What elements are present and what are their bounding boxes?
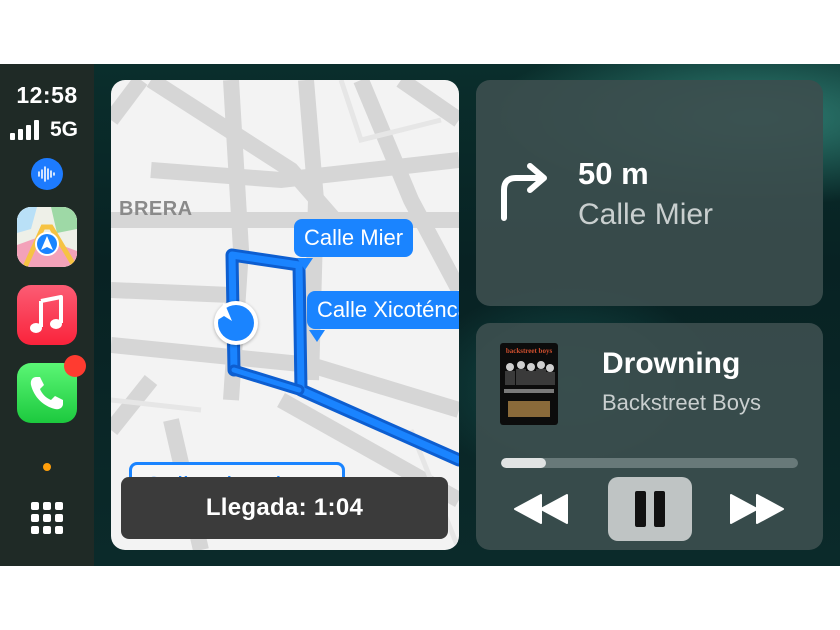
fast-forward-icon — [730, 494, 784, 524]
map-view[interactable]: BRERA Calle Mier Calle Xicoténcatl Calle… — [111, 80, 459, 550]
turn-street: Calle Mier — [578, 198, 714, 231]
recent-app-indicator — [43, 463, 51, 471]
navigation-card[interactable]: 50 m Calle Mier — [476, 80, 823, 306]
turn-distance: 50 m — [578, 156, 649, 191]
street-bubble-xicotencatl: Calle Xicoténcatl — [307, 291, 459, 329]
rewind-button[interactable] — [506, 477, 576, 541]
phone-notification-badge — [64, 355, 86, 377]
network-type: 5G — [50, 118, 79, 141]
signal-bars-icon — [10, 120, 46, 140]
rewind-icon — [514, 494, 568, 524]
playback-progress[interactable] — [501, 458, 798, 468]
bubble-tail — [297, 258, 313, 270]
status-time: 12:58 — [16, 82, 78, 108]
album-art: backstreet boys — [500, 343, 558, 425]
progress-fill — [501, 458, 546, 468]
status-signal: 5G — [10, 116, 84, 142]
song-title: Drowning — [602, 347, 741, 380]
pause-icon — [635, 491, 665, 527]
bubble-tail — [309, 330, 325, 342]
current-location-icon — [214, 301, 258, 345]
siri-icon[interactable] — [31, 158, 63, 190]
dock: 12:58 5G — [0, 64, 94, 566]
district-label: BRERA — [119, 198, 193, 220]
app-grid-icon[interactable] — [31, 502, 63, 534]
carplay-screen: 12:58 5G BRERA Calle Mier Calle Xicoténc… — [0, 64, 840, 566]
maps-app-icon[interactable] — [17, 207, 77, 267]
arrival-time[interactable]: Llegada: 1:04 — [121, 477, 448, 539]
turn-right-icon — [501, 163, 547, 221]
now-playing-card[interactable]: backstreet boys Drowning Backstreet Boys — [476, 323, 823, 550]
pause-button[interactable] — [608, 477, 692, 541]
artist-name: Backstreet Boys — [602, 390, 761, 415]
fast-forward-button[interactable] — [722, 477, 792, 541]
street-bubble-mier: Calle Mier — [294, 219, 414, 257]
music-app-icon[interactable] — [17, 285, 77, 345]
